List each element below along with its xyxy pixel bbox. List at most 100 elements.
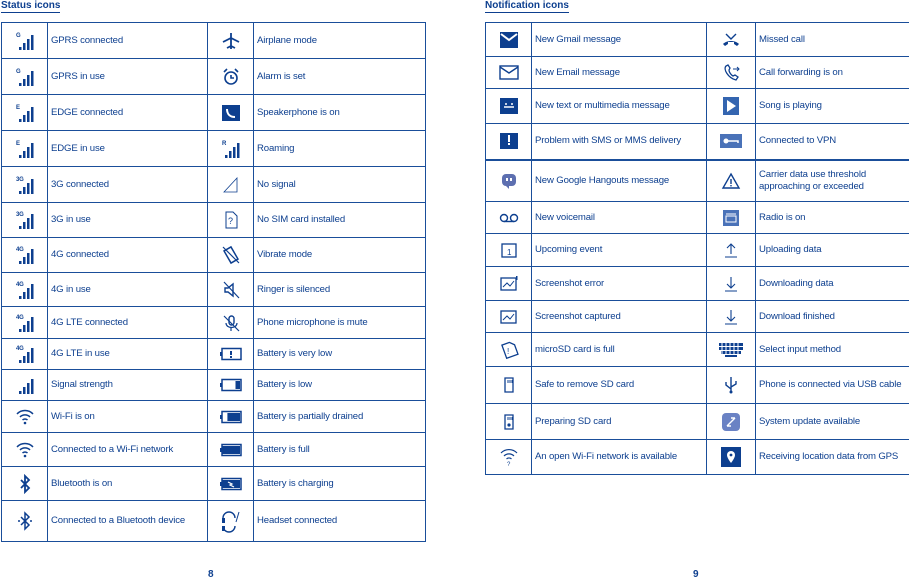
sd-remove-icon	[485, 366, 532, 404]
icon-description: Battery is very low	[253, 338, 426, 370]
icon-description: Radio is on	[755, 201, 909, 234]
voicemail-icon	[485, 201, 532, 234]
icon-description: Uploading data	[755, 233, 909, 267]
gprs-in-use-icon: G	[1, 58, 48, 95]
icon-description: An open Wi-Fi network is available	[531, 439, 707, 475]
download-done-icon	[706, 300, 756, 333]
svg-text:4G: 4G	[16, 247, 24, 253]
icon-description: No signal	[253, 166, 426, 203]
no-signal-icon	[207, 166, 254, 203]
icon-description: Vibrate mode	[253, 237, 426, 273]
icon-description: New Google Hangouts message	[531, 158, 707, 202]
icon-description: Battery is charging	[253, 466, 426, 501]
icon-description: Battery is low	[253, 369, 426, 401]
gprs-connected-icon: G	[1, 22, 48, 59]
sd-preparing-icon	[485, 403, 532, 440]
open-wifi-icon: ?	[485, 439, 532, 475]
table-row: 4G 4G LTE connected Phone microphone is mu…	[1, 306, 426, 339]
icon-description: Alarm is set	[253, 58, 426, 95]
table-row: 1 Upcoming event Uploading data	[485, 233, 909, 267]
battery-full-icon	[207, 432, 254, 467]
icon-description: EDGE in use	[47, 130, 208, 167]
call-forward-icon	[706, 56, 756, 89]
icon-description: 4G LTE in use	[47, 338, 208, 370]
mic-mute-icon	[207, 306, 254, 339]
download-icon	[706, 266, 756, 301]
table-row: Wi-Fi is on Battery is partially drained	[1, 400, 426, 433]
table-row: 4G 4G connected Vibrate mode	[1, 237, 426, 273]
notification-icons-heading: Notification icons	[485, 0, 569, 13]
icon-description: Upcoming event	[531, 233, 707, 267]
icon-description: Call forwarding is on	[755, 56, 909, 89]
battery-partial-icon	[207, 400, 254, 433]
svg-text:4G: 4G	[16, 282, 24, 288]
table-row: New Gmail message Missed call	[485, 22, 909, 57]
icon-description: Download finished	[755, 300, 909, 333]
4g-connected-icon: 4G	[1, 237, 48, 273]
table-row: Problem with SMS or MMS delivery Connecte…	[485, 123, 909, 160]
table-row: New voicemail Radio is on	[485, 201, 909, 234]
icon-description: Battery is full	[253, 432, 426, 467]
icon-description: Screenshot error	[531, 266, 707, 301]
4g-in-use-icon: 4G	[1, 272, 48, 307]
icon-description: Wi-Fi is on	[47, 400, 208, 433]
edge-in-use-icon: E	[1, 130, 48, 167]
icon-description: Airplane mode	[253, 22, 426, 59]
icon-description: Connected to VPN	[755, 123, 909, 160]
3g-connected-icon: 3G	[1, 166, 48, 203]
status-icons-heading: Status icons	[1, 0, 61, 13]
table-row: E EDGE connected Speakerphone is on	[1, 94, 426, 131]
svg-text:4G: 4G	[16, 346, 24, 352]
icon-description: Speakerphone is on	[253, 94, 426, 131]
ringer-silenced-icon	[207, 272, 254, 307]
notification-icons-table: New Gmail message Missed call New Email me…	[485, 22, 909, 475]
icon-description: New Email message	[531, 56, 707, 89]
sms-icon	[485, 88, 532, 124]
icon-description: New voicemail	[531, 201, 707, 234]
icon-description: Safe to remove SD card	[531, 366, 707, 404]
table-row: ? An open Wi-Fi network is available Recei…	[485, 439, 909, 475]
icon-description: Problem with SMS or MMS delivery	[531, 123, 707, 160]
usb-icon	[706, 366, 756, 404]
screenshot-error-icon	[485, 266, 532, 301]
page-number-right: 9	[693, 569, 699, 580]
table-row: E EDGE in use R Roaming	[1, 130, 426, 167]
table-row: Signal strength Battery is low	[1, 369, 426, 401]
battery-very-low-icon	[207, 338, 254, 370]
icon-description: 4G connected	[47, 237, 208, 273]
gps-icon	[706, 439, 756, 475]
svg-text:?: ?	[228, 216, 233, 226]
calendar-icon: 1	[485, 233, 532, 267]
play-icon	[706, 88, 756, 124]
svg-text:3G: 3G	[16, 177, 24, 183]
table-row: Connected to a Bluetooth device Headset c…	[1, 500, 426, 542]
icon-description: 4G LTE connected	[47, 306, 208, 339]
vpn-key-icon	[706, 123, 756, 160]
icon-description: Connected to a Wi-Fi network	[47, 432, 208, 467]
sd-full-icon: !	[485, 332, 532, 367]
table-row: Safe to remove SD card Phone is connected…	[485, 366, 909, 404]
table-row: 4G 4G in use Ringer is silenced	[1, 272, 426, 307]
icon-description: microSD card is full	[531, 332, 707, 367]
icon-description: Signal strength	[47, 369, 208, 401]
radio-icon	[706, 201, 756, 234]
roaming-icon: R	[207, 130, 254, 167]
svg-text:G: G	[16, 69, 21, 75]
icon-description: System update available	[755, 403, 909, 440]
icon-description: 4G in use	[47, 272, 208, 307]
icon-description: GPRS in use	[47, 58, 208, 95]
table-row: Preparing SD card System update available	[485, 403, 909, 440]
battery-charging-icon	[207, 466, 254, 501]
wifi-connected-icon	[1, 432, 48, 467]
hangouts-icon	[485, 158, 532, 202]
table-row: Connected to a Wi-Fi network Battery is f…	[1, 432, 426, 467]
upload-icon	[706, 233, 756, 267]
system-update-icon	[706, 403, 756, 440]
icon-description: Screenshot captured	[531, 300, 707, 333]
no-sim-icon: ?	[207, 202, 254, 238]
table-row: 3G 3G connected No signal	[1, 166, 426, 203]
table-row: G GPRS connected Airplane mode	[1, 22, 426, 59]
alarm-icon	[207, 58, 254, 95]
icon-description: New text or multimedia message	[531, 88, 707, 124]
gmail-icon	[485, 22, 532, 57]
